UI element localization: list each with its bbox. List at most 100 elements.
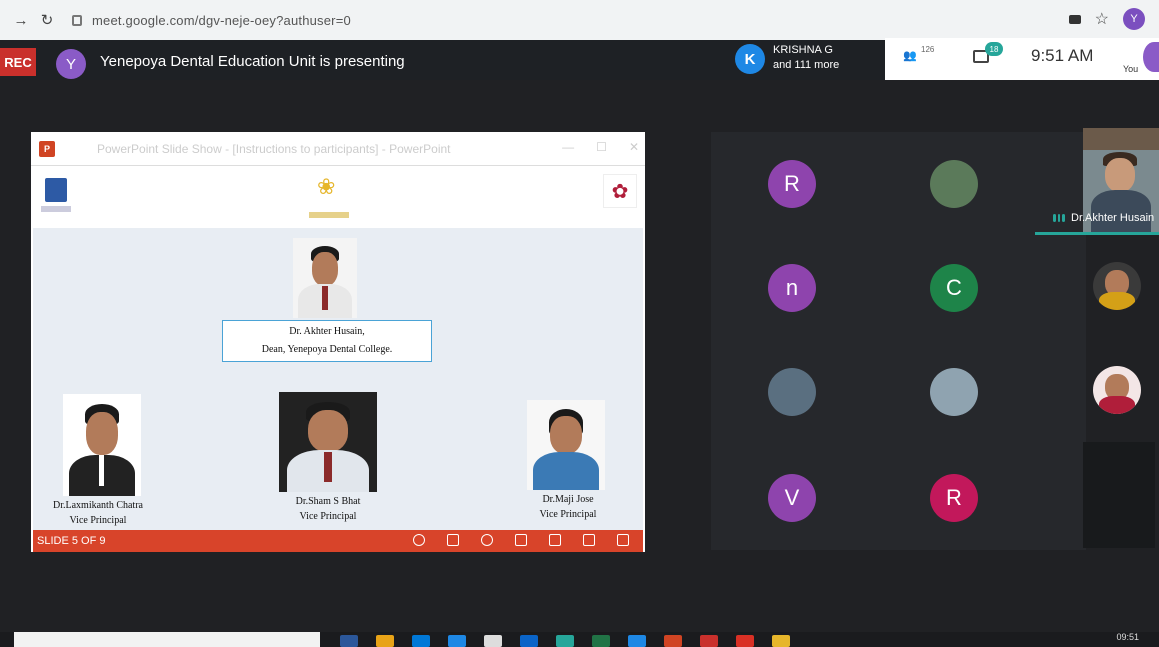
screenshot-root: → ↻ meet.google.com/dgv-neje-oey?authuse… [0,0,1159,647]
excel-icon[interactable] [592,635,610,647]
photo-collar [98,455,104,486]
meeting-clock: 9:51 AM [1031,46,1094,65]
browser-actions: ☆ Y [1068,8,1145,30]
tree-logo-caption [309,212,349,218]
dean-photo [293,238,357,318]
presentation-window[interactable]: P PowerPoint Slide Show - [Instructions … [31,132,645,552]
people-button[interactable]: 👥 126 [903,45,934,62]
video-background [1083,128,1159,150]
vp-name-3: Dr.Maji Jose [542,494,594,505]
participant-tile[interactable] [768,368,816,416]
speaker-info: KRISHNA G and 111 more [773,43,839,73]
url-text: meet.google.com/dgv-neje-oey?authuser=0 [92,12,351,28]
app-icon[interactable] [448,635,466,647]
people-icon: 👥 [903,50,917,62]
powerpoint-icon[interactable] [664,635,682,647]
empty-video-tile [1083,442,1155,548]
vp-role-1: Vice Principal [69,515,127,526]
minimize-icon[interactable]: — [562,140,574,154]
recording-badge: REC [0,48,36,76]
ppt-titlebar: P PowerPoint Slide Show - [Instructions … [31,132,645,166]
photo-face [550,416,582,454]
app-icon[interactable] [556,635,574,647]
os-taskbar: 09:51 [0,632,1159,647]
app-icon[interactable] [700,635,718,647]
powerpoint-icon: P [39,140,55,157]
photo-tie [324,452,332,482]
participant-initial: R [946,485,962,510]
vp-name-1: Dr.Laxmikanth Chatra [53,500,143,511]
vp-photo-1 [63,394,141,496]
photo-face [86,412,118,456]
participant-initial: n [785,275,799,300]
participant-thumb[interactable] [1093,366,1141,414]
participant-tile[interactable] [930,160,978,208]
app-icon[interactable] [484,635,502,647]
chrome-icon[interactable] [736,635,754,647]
vp-photo-3 [527,400,605,490]
thumb-body [1099,292,1135,310]
dean-caption-box: Dr. Akhter Husain, Dean, Yenepoya Dental… [222,320,432,362]
store-icon[interactable] [412,635,430,647]
meeting-stage: P PowerPoint Slide Show - [Instructions … [0,80,1159,632]
camera-icon[interactable] [1068,14,1081,24]
participant-tile[interactable]: R [768,160,816,208]
you-avatar[interactable] [1143,42,1159,72]
slideshow-view-icon[interactable] [617,534,629,546]
app-icon[interactable] [628,635,646,647]
speaker-more: and 111 more [773,59,840,71]
speaker-avatar: K [735,44,765,74]
next-slide-icon[interactable] [481,534,493,546]
window-controls: — ☐ ✕ [562,140,639,154]
app-icon[interactable] [520,635,538,647]
slide-canvas: ❀ ✿ Dr. Akhter Husain, Dean, Yenepoya De… [33,170,643,530]
photo-face [308,410,348,452]
presenting-label: Yenepoya Dental Education Unit is presen… [100,53,405,70]
participant-tile[interactable]: n [768,264,816,312]
vp-name-2: Dr.Sham S Bhat [295,496,361,507]
participant-thumb[interactable] [1093,262,1141,310]
active-speaker-indicator [1035,232,1159,235]
slide-sorter-icon[interactable] [549,534,561,546]
taskbar-search[interactable] [14,632,320,647]
participant-grid: R n C V R [711,132,1086,550]
previous-slide-icon[interactable] [413,534,425,546]
tree-logo-icon: ❀ [317,174,336,199]
chat-count-badge: 18 [985,42,1003,56]
audio-level-icon [1053,214,1066,222]
vp-photo-2 [279,392,377,492]
participant-tile[interactable]: R [930,474,978,522]
participant-tile[interactable] [930,368,978,416]
you-label: You [1123,64,1139,74]
thumb-body [1099,396,1135,414]
participant-initial: V [784,485,800,510]
reading-view-icon[interactable] [583,534,595,546]
meet-header: REC Y Yenepoya Dental Education Unit is … [0,40,885,80]
star-icon[interactable]: ☆ [1095,9,1109,29]
vp-caption-1: Dr.Laxmikanth Chatra Vice Principal [33,498,163,528]
taskbar-clock: 09:51 [1116,632,1139,642]
profile-avatar[interactable]: Y [1123,8,1145,30]
close-icon[interactable]: ✕ [629,140,639,154]
slideshow-statusbar: SLIDE 5 OF 9 [33,530,643,552]
normal-view-icon[interactable] [515,534,527,546]
college-logo-icon: ✿ [603,174,637,208]
active-speaker-name: Dr.Akhter Husain [1071,212,1155,224]
university-logo-caption [41,206,71,212]
video-face [1105,158,1135,192]
maximize-icon[interactable]: ☐ [596,140,607,154]
reload-icon[interactable]: ↻ [34,11,60,29]
app-icon[interactable] [340,635,358,647]
active-speaker-tag: Dr.Akhter Husain [1053,210,1154,226]
app-icon[interactable] [772,635,790,647]
folder-icon[interactable] [376,635,394,647]
vp-role-2: Vice Principal [299,511,357,522]
slide-logo-strip: ❀ ✿ [33,170,643,228]
forward-arrow-icon[interactable]: → [8,12,34,29]
address-bar[interactable]: meet.google.com/dgv-neje-oey?authuser=0 [72,13,351,28]
pause-icon[interactable] [447,534,459,546]
participant-tile[interactable]: V [768,474,816,522]
participant-tile[interactable]: C [930,264,978,312]
participant-initial: C [946,275,962,300]
photo-tie [322,286,328,310]
